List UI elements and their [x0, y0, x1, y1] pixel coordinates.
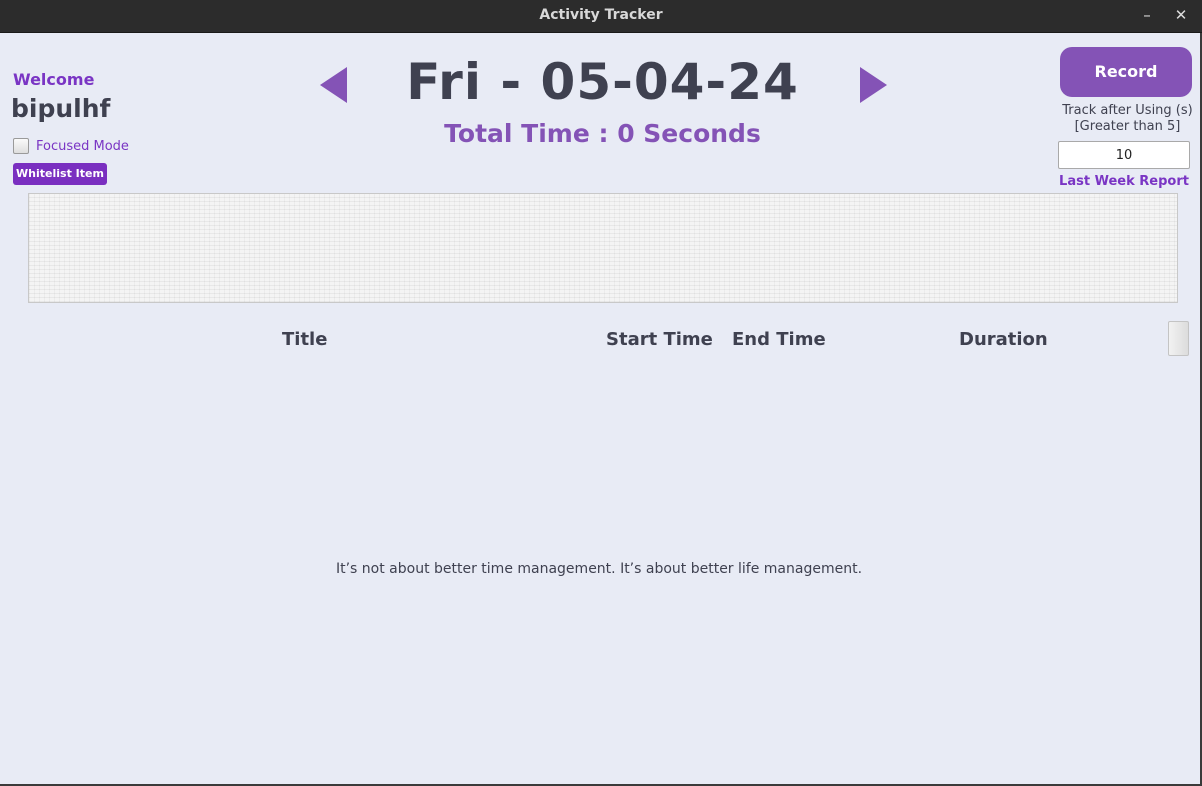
last-week-report-link[interactable]: Last Week Report	[1055, 174, 1193, 189]
close-button[interactable]: ✕	[1169, 4, 1193, 26]
title-bar[interactable]: Activity Tracker – ✕	[0, 0, 1202, 33]
triangle-left-icon[interactable]	[320, 67, 347, 103]
app-window: Activity Tracker – ✕ Welcome bipulhf Foc…	[0, 0, 1202, 786]
focused-mode-label[interactable]: Focused Mode	[36, 139, 129, 154]
column-header-end-time[interactable]: End Time	[732, 329, 826, 350]
track-seconds-input[interactable]	[1058, 141, 1190, 169]
column-header-title[interactable]: Title	[282, 329, 327, 350]
track-after-label: Track after Using (s) [Greater than 5]	[1055, 103, 1200, 135]
username-label: bipulhf	[11, 94, 111, 123]
triangle-right-icon[interactable]	[860, 67, 887, 103]
record-button[interactable]: Record	[1060, 47, 1192, 97]
whitelist-item-button[interactable]: Whitelist Item	[13, 163, 107, 185]
focused-mode-toggle[interactable]: Focused Mode	[13, 138, 129, 154]
window-title: Activity Tracker	[539, 7, 663, 23]
column-header-duration[interactable]: Duration	[959, 329, 1048, 350]
track-after-label-line1: Track after Using (s)	[1062, 103, 1193, 118]
minimize-button[interactable]: –	[1135, 4, 1159, 26]
welcome-label: Welcome	[13, 70, 95, 89]
track-after-label-line2: [Greater than 5]	[1074, 119, 1181, 134]
quote-text: It’s not about better time management. I…	[335, 561, 863, 577]
focused-mode-checkbox[interactable]	[13, 138, 29, 154]
current-date: Fri - 05-04-24	[406, 53, 799, 111]
table-scrollbar[interactable]	[1168, 321, 1189, 356]
activity-chart-area	[28, 193, 1178, 303]
column-header-start-time[interactable]: Start Time	[606, 329, 713, 350]
total-time-label: Total Time : 0 Seconds	[444, 119, 761, 148]
